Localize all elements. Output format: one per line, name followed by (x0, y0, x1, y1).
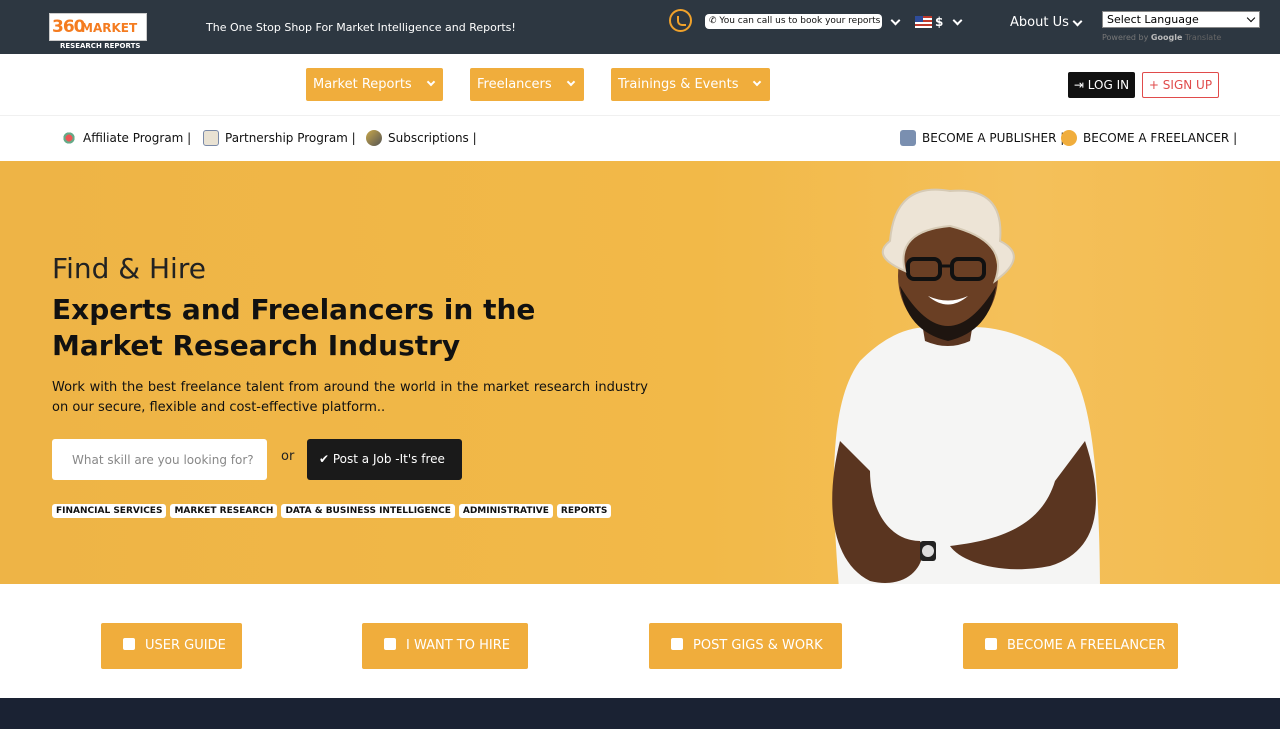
nav-trainings-events-label: Trainings & Events (618, 77, 739, 92)
nav-trainings-events[interactable]: Trainings & Events (611, 68, 770, 101)
skill-search-input[interactable] (52, 439, 267, 480)
post-job-button[interactable]: ✔ Post a Job -It's free (307, 439, 462, 480)
network-icon (61, 130, 77, 146)
chevron-down-icon (566, 77, 576, 87)
affiliate-program-link[interactable]: Affiliate Program | (61, 130, 191, 146)
about-us-menu[interactable]: About Us (1010, 15, 1069, 30)
logo-word: MARKET (81, 21, 138, 35)
affiliate-program-label: Affiliate Program | (83, 131, 192, 145)
currency-selector[interactable]: $ (935, 15, 943, 29)
post-job-label: Post a Job -It's free (332, 452, 445, 466)
user-icon (985, 638, 997, 650)
subscription-icon (366, 130, 382, 146)
language-select[interactable]: Select Language (1102, 11, 1260, 28)
chevron-down-icon[interactable] (952, 15, 963, 26)
book-icon (123, 638, 135, 650)
chevron-down-icon (752, 77, 762, 87)
signup-button[interactable]: + SIGN UP (1142, 72, 1219, 98)
check-icon: ✔ (319, 452, 333, 466)
user-guide-label: USER GUIDE (145, 638, 226, 653)
tagline: The One Stop Shop For Market Intelligenc… (206, 21, 516, 34)
user-guide-button[interactable]: USER GUIDE (101, 623, 242, 669)
hero-description: Work with the best freelance talent from… (52, 380, 648, 415)
building-icon (900, 130, 916, 146)
tag-data-business-intelligence[interactable]: DATA & BUSINESS INTELLIGENCE (281, 504, 455, 518)
tag-administrative[interactable]: ADMINISTRATIVE (458, 504, 553, 518)
add-user-icon: + (1148, 78, 1163, 92)
hire-label: I WANT TO HIRE (406, 638, 510, 653)
powered-by-google: Powered by Google Translate (1102, 33, 1221, 42)
nav-market-reports-label: Market Reports (313, 77, 412, 92)
tag-reports[interactable]: REPORTS (556, 504, 612, 518)
or-separator: or (281, 449, 295, 464)
become-freelancer-button[interactable]: BECOME A FREELANCER (963, 623, 1178, 669)
translate-link[interactable]: Translate (1185, 33, 1221, 42)
post-gigs-label: POST GIGS & WORK (693, 638, 823, 653)
secondary-nav: Affiliate Program | Partnership Program … (0, 115, 1280, 161)
login-label: LOG IN (1087, 78, 1130, 92)
google-logo: Google (1150, 33, 1183, 42)
signup-label: SIGN UP (1162, 78, 1213, 92)
logo-box: 360 MARKET (49, 13, 147, 41)
subscriptions-label: Subscriptions | (388, 131, 477, 145)
nav-market-reports[interactable]: Market Reports (306, 68, 443, 101)
category-tags: FINANCIAL SERVICES MARKET RESEARCH DATA … (52, 504, 612, 518)
tag-market-research[interactable]: MARKET RESEARCH (170, 504, 278, 518)
become-publisher-label: BECOME A PUBLISHER | (922, 131, 1065, 145)
phone-icon: ✆ (709, 16, 720, 26)
call-us-text: You can call us to book your reports (719, 16, 881, 26)
become-freelancer-link[interactable]: BECOME A FREELANCER | (1061, 130, 1237, 146)
post-gigs-button[interactable]: POST GIGS & WORK (649, 623, 842, 669)
hero-title: Experts and Freelancers in the Market Re… (52, 293, 536, 362)
briefcase-icon (384, 638, 396, 650)
main-nav: Market Reports Freelancers Trainings & E… (0, 54, 1280, 115)
hire-button[interactable]: I WANT TO HIRE (362, 623, 528, 669)
chevron-down-icon[interactable] (890, 15, 901, 26)
hero-kicker: Find & Hire (52, 252, 206, 285)
site-logo[interactable]: 360 MARKET RESEARCH REPORTS (49, 13, 147, 51)
login-icon: ⇥ (1073, 78, 1088, 92)
chevron-down-icon[interactable] (1072, 16, 1083, 27)
become-freelancer-label: BECOME A FREELANCER | (1083, 131, 1238, 145)
tag-financial-services[interactable]: FINANCIAL SERVICES (52, 504, 167, 518)
chevron-down-icon (426, 77, 436, 87)
quick-actions: USER GUIDE I WANT TO HIRE POST GIGS & WO… (0, 584, 1280, 698)
freelancer-avatar-icon (1061, 130, 1077, 146)
list-check-icon (671, 638, 683, 650)
nav-freelancers[interactable]: Freelancers (470, 68, 584, 101)
become-publisher-link[interactable]: BECOME A PUBLISHER | (900, 130, 1064, 146)
logo-subtitle: RESEARCH REPORTS (60, 42, 141, 50)
us-flag-icon[interactable] (915, 16, 932, 28)
top-bar: 360 MARKET RESEARCH REPORTS The One Stop… (0, 0, 1280, 54)
hero-person-image (832, 188, 1100, 584)
subscriptions-link[interactable]: Subscriptions | (366, 130, 477, 146)
become-freelancer-button-label: BECOME A FREELANCER (1007, 638, 1166, 653)
partnership-program-link[interactable]: Partnership Program | (203, 130, 356, 146)
whatsapp-icon[interactable] (669, 9, 692, 32)
call-us-pill[interactable]: ✆ You can call us to book your reports (705, 14, 882, 29)
footer-band (0, 698, 1280, 729)
login-button[interactable]: ⇥ LOG IN (1068, 72, 1135, 98)
logo-number: 360 (52, 17, 85, 37)
hero-section: Find & Hire Experts and Freelancers in t… (0, 161, 1280, 584)
powered-by-text: Powered by (1102, 33, 1149, 42)
partnership-program-label: Partnership Program | (225, 131, 356, 145)
calendar-icon (203, 130, 219, 146)
nav-freelancers-label: Freelancers (477, 77, 552, 92)
